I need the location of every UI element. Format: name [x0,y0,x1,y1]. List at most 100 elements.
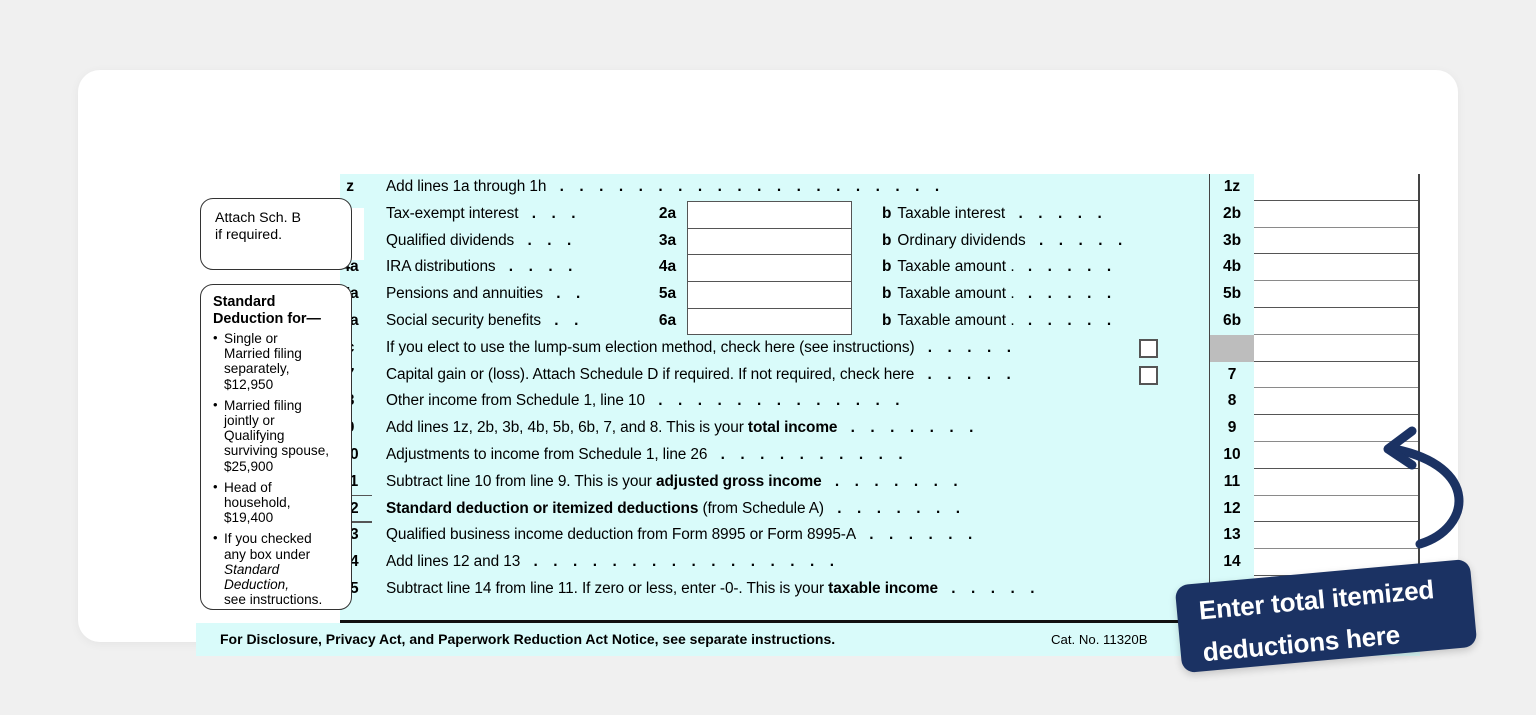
checkbox[interactable] [1139,338,1158,358]
amount-line-number: 11 [1210,468,1254,496]
line-b-letter: b [882,285,892,303]
amount-line-number: 1z [1210,174,1254,201]
screenshot-card: z Add lines 1a through 1h . . . . . . . .… [78,70,1458,656]
dot-leader: . . [541,312,584,329]
line-description: Other income from Schedule 1, line 10 . … [386,392,906,410]
callout-sd-item-line: Single or [224,331,278,346]
line-description: Pensions and annuities . . [386,285,586,303]
form-row: 14 Add lines 12 and 13 . . . . . . . . . … [196,549,1420,576]
line-b-letter: b [882,231,892,249]
amount-input-box[interactable] [1254,174,1420,201]
amount-input-box[interactable] [1254,254,1420,282]
amount-box-label: 5a [648,281,688,308]
callout-sd-item-line: Married filing [224,397,302,413]
callout-sd-heading-line2: Deduction for— [213,310,321,327]
callout-sd-item-line: separately, [224,361,290,377]
line-description: Subtract line 14 from line 11. If zero o… [386,580,1041,597]
line-description: Standard deduction or itemized deduction… [386,499,966,517]
dot-leader: . . . . . . . [837,419,980,437]
line-b-description: b Taxable interest . . . . . [882,204,1108,222]
dot-leader: . . . . . [914,338,1017,356]
dot-leader: . . . . . . [855,526,978,544]
line-number: z [346,178,354,195]
amount-input-box[interactable] [1254,200,1420,228]
dot-leader: . . . . . . . . . . [707,446,909,463]
callout-sd-list: Single orMarried filingseparately,$12,95… [213,330,341,608]
amount-line-number: 6b [1210,308,1254,335]
callout-sd-item: Head ofhousehold,$19,400 [213,479,341,526]
amount-input-box[interactable] [1254,227,1420,255]
amount-line-number [1210,334,1254,362]
amount-input-box[interactable] [1254,281,1420,308]
amount-line-number: 4b [1210,254,1254,282]
line-description: Tax-exempt interest . . . [386,204,582,222]
dot-leader: . . . . . [1005,204,1108,222]
dot-leader: . . . . . . . [821,472,964,490]
line-description: Qualified dividends . . . [386,231,577,249]
dot-leader: . . . . . [1014,312,1117,329]
amount-line-number: 14 [1210,549,1254,576]
amount-line-number: 8 [1210,388,1254,416]
curved-arrow-icon [1368,418,1508,578]
line-description: Qualified business income deduction from… [386,526,978,544]
amount-box-rule [688,227,852,229]
amount-column-divider [1208,174,1211,620]
callout-sd-item-line: Qualifying [224,428,285,444]
amount-line-number: 2b [1210,200,1254,228]
callout-sd-item: If you checkedany box underStandardDeduc… [213,530,341,608]
amount-input-box[interactable] [1254,388,1420,416]
amount-line-number: 13 [1210,522,1254,550]
line-b-letter: b [882,258,892,276]
line-description: Add lines 1z, 2b, 3b, 4b, 5b, 6b, 7, and… [386,419,980,437]
dot-leader: . . . . [495,258,578,276]
line-description: If you elect to use the lump-sum electio… [386,338,1017,356]
callout-sd-item-line: see instructions. [224,592,323,608]
dot-leader: . . . . . . . . . . . . . [644,392,906,410]
amount-box-rule [688,254,852,256]
line-description: Add lines 1a through 1h . . . . . . . . … [386,178,945,195]
callout-sd-item-line: Married filing [224,346,302,362]
amount-line-number: 9 [1210,415,1254,442]
callout-sd-item: Married filingjointly orQualifyingsurviv… [213,397,341,474]
amount-box-label: 3a [648,227,688,255]
dot-leader: . . . . . [937,580,1041,597]
footer-notice: For Disclosure, Privacy Act, and Paperwo… [220,631,836,647]
callout-sd-item-line: household, [224,495,291,511]
form-row: cIf you elect to use the lump-sum electi… [196,334,1420,362]
callout-sd-item-line: $12,950 [224,376,274,392]
amount-box-label: 2a [648,200,688,228]
form-row: z Add lines 1a through 1h . . . . . . . .… [196,174,1420,201]
form-row: 11 Subtract line 10 from line 9. This is … [196,468,1420,496]
amount-box-label: 4a [648,254,688,282]
amount-line-number: 5b [1210,281,1254,308]
line-b-description: b Taxable amount . . . . . . [882,258,1117,276]
callout-sd-heading-line1: Standard [213,294,276,310]
amount-input-box[interactable] [1254,334,1420,362]
callout-sd-item-line: Head of [224,479,272,495]
line-description: Adjustments to income from Schedule 1, l… [386,446,909,463]
amount-box-label: 6a [648,308,688,335]
dot-leader: . . . . . [914,365,1017,383]
callout-attach-line1: Attach Sch. B [215,210,301,226]
dot-leader: . . . . . [1014,285,1117,303]
form-row: 9 Add lines 1z, 2b, 3b, 4b, 5b, 6b, 7, an… [196,415,1420,442]
callout-attach-schedule-b: Attach Sch. B if required. [200,198,352,270]
line-description: Social security benefits . . [386,312,584,329]
form-row: 10 Adjustments to income from Schedule 1,… [196,442,1420,469]
dot-leader: . . [542,285,586,303]
callout-sd-item-line: $19,400 [224,510,274,526]
amount-line-number: 7 [1210,361,1254,389]
amount-line-number: 3b [1210,227,1254,255]
amount-input-box[interactable] [1254,308,1420,335]
amount-input-box[interactable] [1254,361,1420,389]
line-description: Subtract line 10 from line 9. This is yo… [386,472,964,490]
amount-box-rule [688,308,852,309]
callout-sd-item-line: Deduction, [224,577,289,593]
form-row: 13 Qualified business income deduction fr… [196,522,1420,550]
callout-sd-item-line: any box under [224,546,311,562]
form-row: 12 Standard deduction or itemized deducti… [196,495,1420,523]
dot-leader: . . . . . . . [823,499,966,517]
callout-sd-item-line: jointly or [224,413,275,429]
amount-box-rule [688,281,852,283]
checkbox[interactable] [1139,365,1158,385]
